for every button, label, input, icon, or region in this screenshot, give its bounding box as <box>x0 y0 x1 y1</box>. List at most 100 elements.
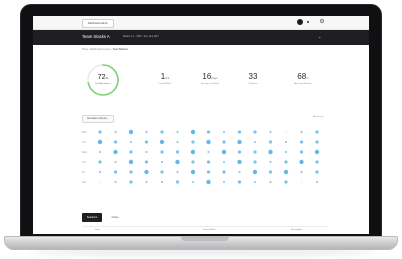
activity-dot[interactable] <box>144 160 149 164</box>
activity-dot[interactable] <box>98 130 102 134</box>
activity-dot[interactable] <box>113 170 118 174</box>
activity-dot[interactable] <box>222 160 226 164</box>
activity-dot[interactable] <box>129 150 133 154</box>
activity-dot[interactable] <box>253 130 257 134</box>
activity-dot[interactable] <box>268 170 273 174</box>
user-avatar-icon[interactable] <box>297 19 303 25</box>
activity-dot[interactable] <box>253 150 257 154</box>
activity-dot[interactable] <box>114 130 117 134</box>
activity-dot[interactable] <box>238 170 241 174</box>
activity-filter-dropdown[interactable]: Attendance Weekly ⌄ <box>82 115 115 123</box>
activity-dot[interactable] <box>160 170 164 174</box>
activity-dot[interactable] <box>315 130 319 134</box>
activity-dot[interactable] <box>315 170 319 174</box>
activity-dot[interactable] <box>269 160 272 164</box>
activity-dot[interactable] <box>299 150 304 154</box>
activity-dot[interactable] <box>190 169 196 175</box>
activity-dot[interactable] <box>191 140 195 144</box>
activity-dot[interactable] <box>176 170 179 174</box>
activity-dot[interactable] <box>145 180 148 184</box>
activity-dot[interactable] <box>99 181 101 183</box>
activity-dot[interactable] <box>206 139 211 145</box>
activity-dot[interactable] <box>207 150 210 154</box>
activity-dot[interactable] <box>315 160 319 164</box>
activity-dot[interactable] <box>97 139 103 145</box>
activity-dot[interactable] <box>237 159 242 165</box>
activity-dot[interactable] <box>176 130 179 134</box>
activity-dot[interactable] <box>206 160 211 164</box>
activity-dot[interactable] <box>114 180 117 184</box>
activity-dot[interactable] <box>253 160 257 164</box>
activity-dot[interactable] <box>206 179 211 185</box>
activity-dot[interactable] <box>113 140 118 144</box>
activity-dot[interactable] <box>144 169 149 175</box>
activity-dot[interactable] <box>160 130 164 134</box>
activity-dot[interactable] <box>114 160 117 164</box>
activity-dot[interactable] <box>129 170 133 174</box>
activity-dot[interactable] <box>253 180 257 184</box>
activity-dot[interactable] <box>175 159 180 165</box>
activity-dot[interactable] <box>98 170 102 174</box>
activity-dot[interactable] <box>175 150 180 154</box>
activity-dot[interactable] <box>222 130 226 134</box>
activity-dot[interactable] <box>160 180 164 184</box>
breadcrumb-item[interactable]: Dashboard Lessons <box>90 49 110 51</box>
activity-dot[interactable] <box>237 130 242 134</box>
activity-dot[interactable] <box>222 140 226 144</box>
activity-dot[interactable] <box>145 130 148 134</box>
activity-dot[interactable] <box>98 150 102 154</box>
activity-dot[interactable] <box>160 150 164 154</box>
activity-dot[interactable] <box>300 170 303 174</box>
activity-dot[interactable] <box>237 150 242 154</box>
activity-dot[interactable] <box>284 150 288 154</box>
activity-dot[interactable] <box>129 180 133 184</box>
activity-dot[interactable] <box>160 160 164 164</box>
tab-notes[interactable]: Notes <box>106 213 124 222</box>
activity-dot[interactable] <box>222 180 226 184</box>
activity-dot[interactable] <box>175 180 180 184</box>
activity-dot[interactable] <box>113 149 118 155</box>
activity-dot[interactable] <box>144 140 149 144</box>
activity-dot[interactable] <box>191 180 195 184</box>
chevron-down-icon[interactable]: ⌄ <box>318 34 321 39</box>
activity-dot[interactable] <box>252 169 258 175</box>
activity-scope-link[interactable]: All Lessons <box>313 116 324 118</box>
activity-dot[interactable] <box>299 159 304 165</box>
activity-dot[interactable] <box>237 139 242 145</box>
gear-icon[interactable]: ⚙ <box>318 18 326 26</box>
activity-dot[interactable] <box>159 139 165 145</box>
column-header-description[interactable]: Description <box>291 229 302 231</box>
activity-dot[interactable] <box>268 140 273 144</box>
activity-dot[interactable] <box>190 149 196 155</box>
activity-dot[interactable] <box>284 160 288 164</box>
activity-dot[interactable] <box>128 159 134 165</box>
activity-dot[interactable] <box>253 140 257 144</box>
activity-dot[interactable] <box>314 149 320 155</box>
activity-dot[interactable] <box>299 140 304 144</box>
activity-dot[interactable] <box>206 130 211 134</box>
activity-dot[interactable] <box>283 169 289 175</box>
activity-dot[interactable] <box>191 160 195 164</box>
activity-dot[interactable] <box>221 149 227 155</box>
activity-dot[interactable] <box>98 160 102 164</box>
activity-dot[interactable] <box>128 129 134 135</box>
activity-dot[interactable] <box>237 180 242 184</box>
activity-dot[interactable] <box>176 140 179 144</box>
tab-sessions[interactable]: Sessions <box>82 213 102 222</box>
activity-dot[interactable] <box>222 170 226 174</box>
top-tab[interactable]: Dashboard Activity <box>82 19 114 28</box>
activity-dot[interactable] <box>268 149 273 155</box>
activity-dot[interactable] <box>145 150 148 154</box>
activity-dot[interactable] <box>206 170 211 174</box>
activity-dot[interactable] <box>190 129 196 135</box>
column-header-lesson-note[interactable]: Lesson Note <box>203 229 215 231</box>
breadcrumb-item[interactable]: Home <box>82 49 88 51</box>
activity-dot[interactable] <box>300 181 303 183</box>
activity-dot[interactable] <box>315 180 319 184</box>
activity-dot[interactable] <box>284 180 288 184</box>
activity-dot[interactable] <box>285 131 287 133</box>
activity-dot[interactable] <box>129 140 133 144</box>
activity-dot[interactable] <box>284 140 288 144</box>
activity-dot[interactable] <box>269 180 272 184</box>
activity-dot[interactable] <box>269 130 272 134</box>
